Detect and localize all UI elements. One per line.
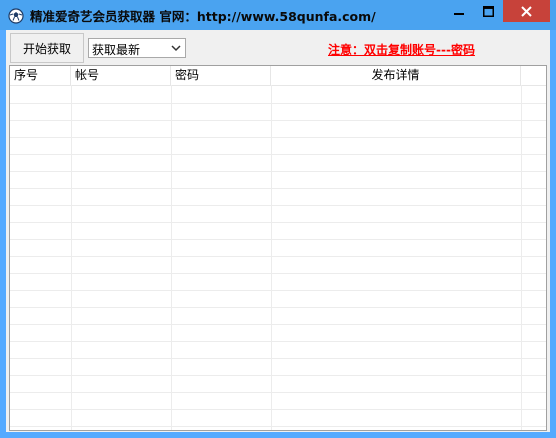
window-title: 精准爱奇艺会员获取器 官网：http://www.58qunfa.com/ (30, 9, 376, 24)
minimize-icon (454, 13, 464, 15)
chevron-down-icon (171, 45, 181, 52)
column-header-account[interactable]: 帐号 (71, 66, 171, 85)
grid-row-line (10, 171, 546, 172)
copy-notice: 注意：双击复制账号---密码 (328, 43, 475, 57)
grid-row-line (10, 307, 546, 308)
grid-row-line (10, 205, 546, 206)
grid-row-line (10, 188, 546, 189)
grid-row-line (10, 103, 546, 104)
client-area: 开始获取 获取最新 注意：双击复制账号---密码 序号 帐号 密码 发布详情 (6, 30, 550, 432)
grid-row-line (10, 375, 546, 376)
soccer-ball-icon (8, 8, 24, 24)
grid-row-line (10, 222, 546, 223)
start-fetch-button[interactable]: 开始获取 (10, 33, 84, 63)
grid-row-line (10, 392, 546, 393)
accounts-table[interactable]: 序号 帐号 密码 发布详情 (9, 65, 547, 431)
column-header-password[interactable]: 密码 (171, 66, 271, 85)
app-window: 精准爱奇艺会员获取器 官网：http://www.58qunfa.com/ 开始… (0, 0, 556, 438)
grid-row-line (10, 137, 546, 138)
grid-row-line (10, 273, 546, 274)
grid-row-line (10, 120, 546, 121)
close-icon (521, 5, 532, 17)
mode-select[interactable]: 获取最新 (88, 38, 186, 58)
close-button[interactable] (503, 0, 550, 22)
mode-select-value: 获取最新 (92, 43, 141, 57)
maximize-icon (482, 5, 494, 17)
grid-row-line (10, 324, 546, 325)
title-bar[interactable]: 精准爱奇艺会员获取器 官网：http://www.58qunfa.com/ (0, 0, 556, 30)
table-header: 序号 帐号 密码 发布详情 (10, 66, 546, 86)
maximize-button[interactable] (474, 0, 502, 22)
grid-row-line (10, 256, 546, 257)
column-header-details[interactable]: 发布详情 (271, 66, 521, 85)
grid-row-line (10, 290, 546, 291)
minimize-button[interactable] (445, 0, 473, 22)
grid-row-line (10, 409, 546, 410)
grid-row-line (10, 426, 546, 427)
grid-row-line (10, 154, 546, 155)
grid-row-line (10, 341, 546, 342)
column-header-index[interactable]: 序号 (10, 66, 71, 85)
grid-row-line (10, 239, 546, 240)
grid-row-line (10, 358, 546, 359)
